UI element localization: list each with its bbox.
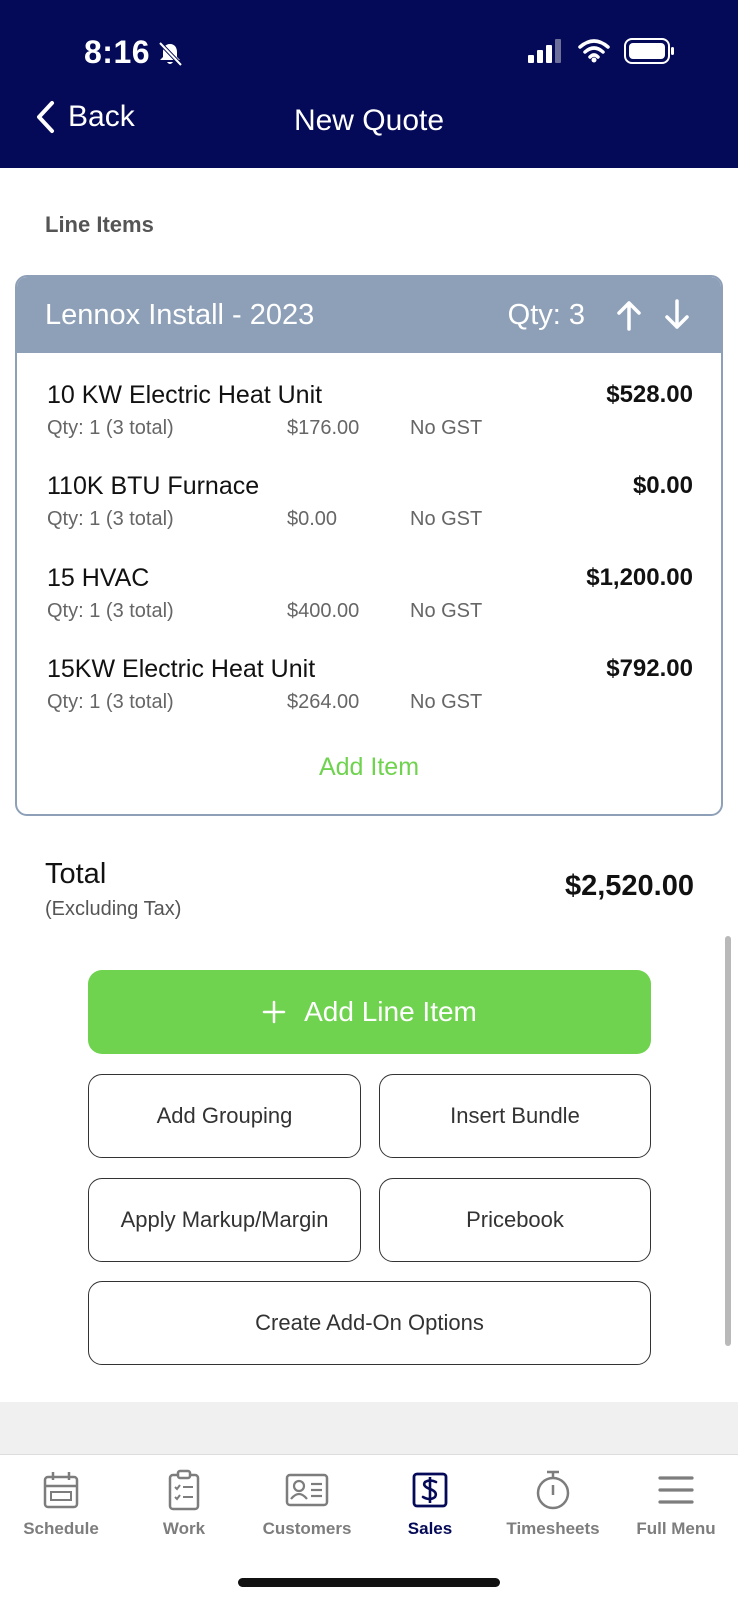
total-value: $2,520.00 xyxy=(564,870,694,902)
group-qty: Qty: 3 xyxy=(507,299,585,331)
line-item-group: Lennox Install - 2023 Qty: 3 10 KW Elect… xyxy=(15,275,723,816)
tab-label: Work xyxy=(162,1519,206,1538)
item-unit-price: $176.00 xyxy=(287,417,360,439)
status-icons xyxy=(528,38,676,64)
status-time: 8:16 xyxy=(84,34,151,70)
item-total: $0.00 xyxy=(632,472,693,499)
tab-schedule[interactable]: Schedule xyxy=(0,1469,122,1559)
tab-label: Full Menu xyxy=(636,1519,716,1538)
item-unit-price: $264.00 xyxy=(287,691,360,713)
bell-off-icon xyxy=(158,41,183,67)
tab-customers[interactable]: Customers xyxy=(246,1469,368,1559)
item-unit-price: $400.00 xyxy=(287,600,360,622)
create-addon-options-button[interactable]: Create Add-On Options xyxy=(88,1281,651,1365)
stopwatch-icon xyxy=(536,1470,570,1510)
content-footer-band xyxy=(0,1402,738,1454)
add-grouping-button[interactable]: Add Grouping xyxy=(88,1074,361,1158)
item-name: 15 HVAC xyxy=(47,564,150,592)
tab-work[interactable]: Work xyxy=(123,1469,245,1559)
item-qty: Qty: 1 (3 total) xyxy=(47,417,174,439)
item-tax: No GST xyxy=(410,508,483,530)
hamburger-icon xyxy=(658,1476,694,1504)
clipboard-icon xyxy=(168,1469,200,1511)
item-name: 110K BTU Furnace xyxy=(47,472,260,500)
line-item[interactable]: 110K BTU Furnace $0.00 Qty: 1 (3 total) … xyxy=(47,472,693,552)
scrollbar[interactable] xyxy=(725,936,731,1346)
dollar-icon xyxy=(412,1472,448,1508)
item-total: $792.00 xyxy=(606,655,693,682)
item-tax: No GST xyxy=(410,600,483,622)
tab-sales[interactable]: Sales xyxy=(369,1469,491,1559)
tab-label: Customers xyxy=(262,1519,352,1538)
battery-icon xyxy=(624,38,674,64)
pricebook-button[interactable]: Pricebook xyxy=(379,1178,651,1262)
insert-bundle-button[interactable]: Insert Bundle xyxy=(379,1074,651,1158)
section-label-line-items: Line Items xyxy=(45,212,154,237)
line-item[interactable]: 10 KW Electric Heat Unit $528.00 Qty: 1 … xyxy=(47,381,693,461)
group-header[interactable]: Lennox Install - 2023 Qty: 3 xyxy=(17,277,721,353)
add-item-link[interactable]: Add Item xyxy=(17,753,721,782)
arrow-up-icon[interactable] xyxy=(615,299,643,331)
line-item[interactable]: 15 HVAC $1,200.00 Qty: 1 (3 total) $400.… xyxy=(47,564,693,644)
item-tax: No GST xyxy=(410,417,483,439)
tab-label: Schedule xyxy=(23,1519,99,1538)
item-total: $528.00 xyxy=(606,381,693,408)
add-line-item-label: Add Line Item xyxy=(304,996,477,1027)
tab-label: Timesheets xyxy=(506,1519,600,1538)
item-tax: No GST xyxy=(410,691,483,713)
item-qty: Qty: 1 (3 total) xyxy=(47,691,174,713)
signal-icon xyxy=(528,39,561,63)
item-name: 15KW Electric Heat Unit xyxy=(47,655,316,683)
calendar-icon xyxy=(43,1472,79,1509)
apply-markup-button[interactable]: Apply Markup/Margin xyxy=(88,1178,361,1262)
top-bar: 8:16 Back New Quote xyxy=(0,0,738,168)
item-qty: Qty: 1 (3 total) xyxy=(47,600,174,622)
plus-icon xyxy=(262,1000,286,1024)
tab-full-menu[interactable]: Full Menu xyxy=(615,1469,737,1559)
tab-timesheets[interactable]: Timesheets xyxy=(492,1469,614,1559)
wifi-icon xyxy=(578,39,610,63)
arrow-down-icon[interactable] xyxy=(663,299,691,331)
total-label: Total xyxy=(45,858,107,890)
item-qty: Qty: 1 (3 total) xyxy=(47,508,174,530)
item-unit-price: $0.00 xyxy=(287,508,338,530)
add-line-item-button[interactable]: Add Line Item xyxy=(88,970,651,1054)
line-item[interactable]: 15KW Electric Heat Unit $792.00 Qty: 1 (… xyxy=(47,655,693,735)
total-sublabel: (Excluding Tax) xyxy=(45,898,182,920)
page-title: New Quote xyxy=(293,104,445,137)
item-total: $1,200.00 xyxy=(586,564,693,591)
contact-card-icon xyxy=(285,1473,329,1507)
tab-label: Sales xyxy=(407,1519,453,1538)
group-title: Lennox Install - 2023 xyxy=(45,299,315,331)
home-indicator xyxy=(238,1578,500,1587)
item-name: 10 KW Electric Heat Unit xyxy=(47,381,323,409)
